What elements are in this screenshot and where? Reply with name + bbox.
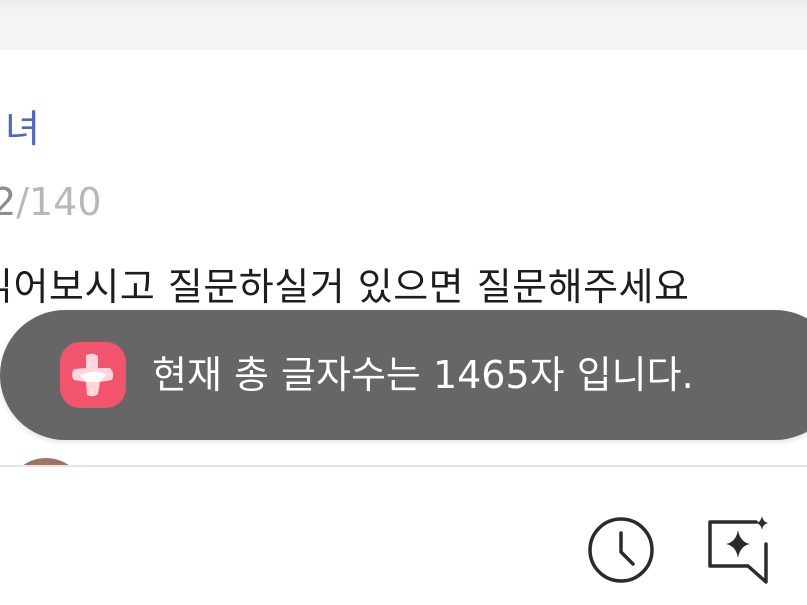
post-message: 읽어보시고 질문하실거 있으면 질문해주세요 (0, 265, 690, 309)
ai-chat-sparkle-icon (708, 516, 768, 584)
screen: ㅏ녀 2/140 읽어보시고 질문하실거 있으면 질문해주세요 현재 총 글자수… (0, 0, 807, 605)
character-count-current: 2 (0, 180, 17, 224)
toast-message: 현재 총 글자수는 1465자 입니다. (152, 353, 694, 397)
character-count-max: 140 (29, 180, 102, 224)
app-plus-icon (60, 342, 126, 408)
ai-chat-button[interactable] (704, 514, 776, 586)
character-count-separator: / (16, 180, 29, 224)
bottom-toolbar (0, 467, 807, 605)
clock-icon (588, 517, 654, 583)
top-input-strip[interactable] (0, 0, 807, 50)
history-button[interactable] (586, 515, 656, 585)
character-counter: 2/140 (0, 180, 102, 224)
author-link[interactable]: ㅏ녀 (0, 98, 40, 153)
toast-notification: 현재 총 글자수는 1465자 입니다. (0, 310, 807, 440)
